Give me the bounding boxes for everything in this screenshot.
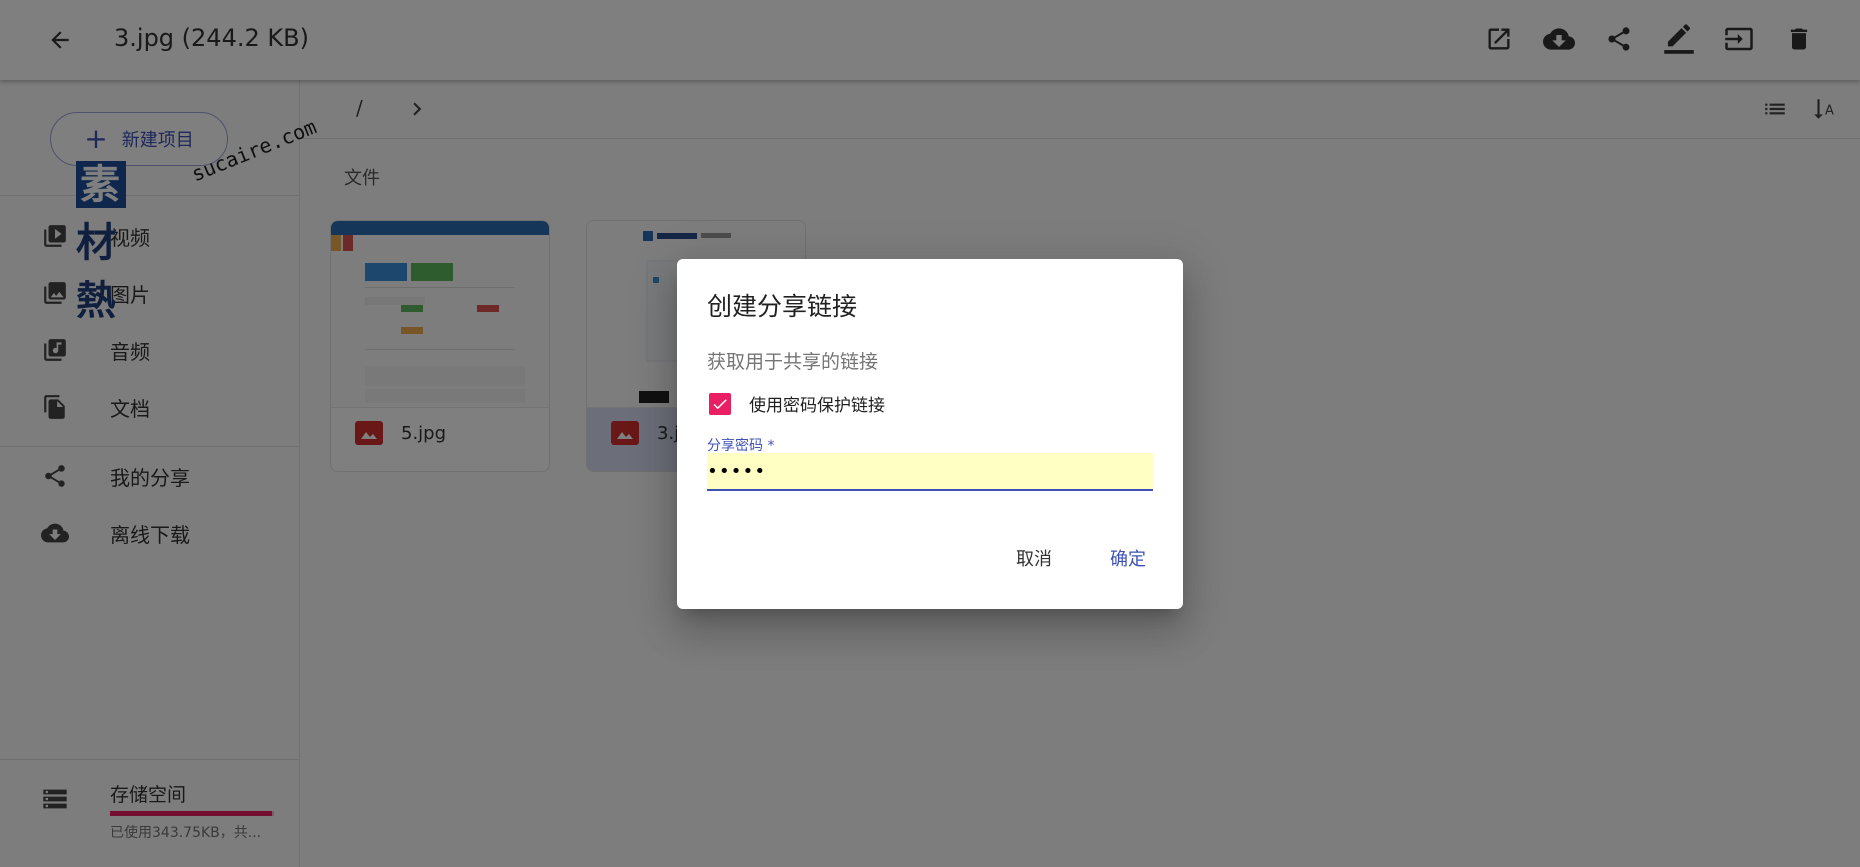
cancel-button[interactable]: 取消: [1016, 545, 1052, 571]
password-field-label: 分享密码 *: [707, 438, 775, 454]
share-password-input[interactable]: [707, 453, 1153, 491]
password-protect-option[interactable]: 使用密码保护链接: [707, 391, 885, 416]
checkmark-icon: [713, 398, 727, 409]
password-protect-checkbox[interactable]: [709, 392, 731, 415]
confirm-button[interactable]: 确定: [1110, 545, 1146, 571]
dialog-description: 获取用于共享的链接: [707, 351, 879, 373]
password-protect-label: 使用密码保护链接: [749, 396, 885, 416]
create-share-link-dialog: 创建分享链接 获取用于共享的链接 使用密码保护链接 分享密码 * 取消 确定: [677, 259, 1183, 609]
dialog-title: 创建分享链接: [707, 292, 858, 321]
